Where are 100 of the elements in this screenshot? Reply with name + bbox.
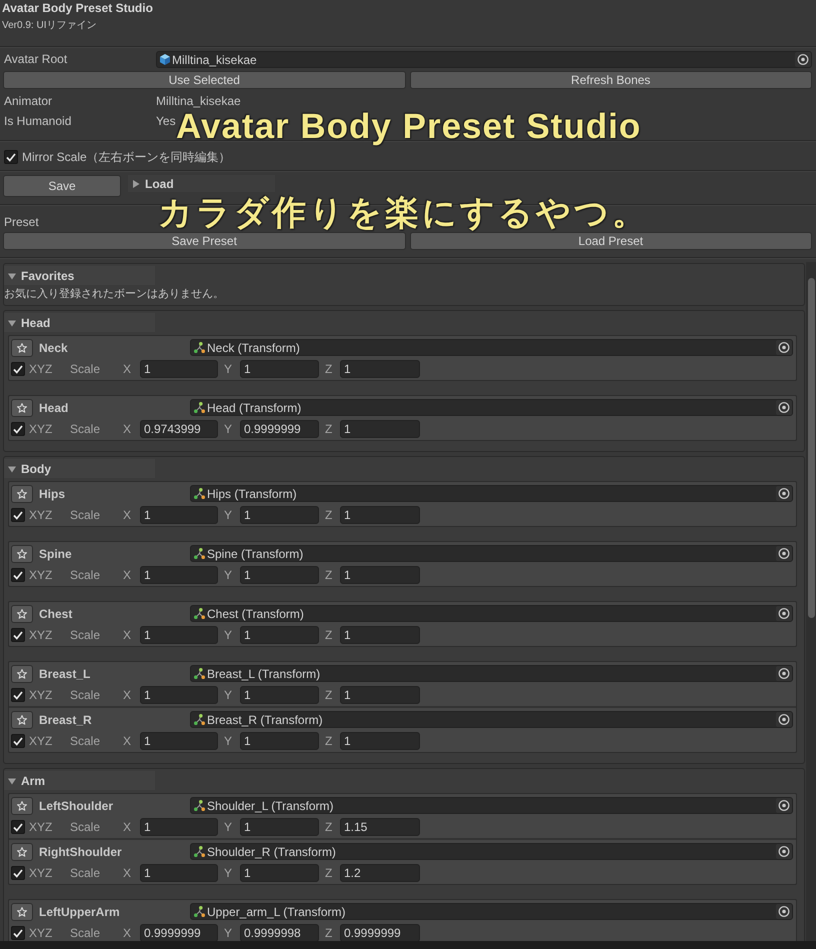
save-button[interactable]: Save (3, 175, 121, 197)
action-button[interactable]: Refresh Bones (410, 71, 812, 89)
checkbox[interactable] (11, 628, 25, 642)
number-field[interactable]: 0.9999999 (140, 924, 218, 941)
number-field[interactable]: 1 (140, 566, 218, 584)
target-icon[interactable] (776, 400, 792, 415)
star-button[interactable] (11, 484, 33, 502)
number-field[interactable]: 1 (140, 506, 218, 524)
axis-label: Y (224, 820, 232, 834)
target-icon[interactable] (776, 606, 792, 621)
action-button[interactable]: Save Preset (3, 232, 406, 250)
number-field[interactable]: 1 (240, 360, 319, 378)
number-field[interactable]: 1 (240, 864, 319, 882)
number-field[interactable]: 1 (340, 686, 420, 704)
number-field[interactable]: 1 (240, 818, 319, 836)
version-label: Ver0.9: UIリファイン (2, 20, 96, 32)
scale-label: Scale (70, 362, 100, 376)
object-field[interactable]: Chest (Transform) (190, 605, 793, 622)
number-field[interactable]: 1 (240, 506, 319, 524)
check-icon (13, 736, 23, 746)
action-button[interactable]: Use Selected (3, 71, 406, 89)
number-field[interactable]: 1 (340, 360, 420, 378)
field-value: Milltina_kisekae (156, 94, 241, 108)
number-field[interactable]: 1 (140, 686, 218, 704)
number-field[interactable]: 1 (340, 566, 420, 584)
checkbox[interactable] (11, 422, 25, 436)
number-field[interactable]: 1 (140, 732, 218, 750)
star-button[interactable] (11, 398, 33, 416)
object-field[interactable]: Head (Transform) (190, 399, 793, 416)
number-field[interactable]: 1 (240, 686, 319, 704)
number-field[interactable]: 0.9999999 (340, 924, 420, 941)
checkbox[interactable] (11, 688, 25, 702)
target-icon[interactable] (776, 666, 792, 681)
object-field[interactable]: Spine (Transform) (190, 545, 793, 562)
number-field[interactable]: 0.9743999 (140, 420, 218, 438)
number-field[interactable]: 1 (140, 360, 218, 378)
number-field[interactable]: 1 (240, 732, 319, 750)
number-field[interactable]: 1 (340, 420, 420, 438)
object-field[interactable]: Hips (Transform) (190, 485, 793, 502)
axis-label: Z (325, 628, 332, 642)
number-field[interactable]: 1.2 (340, 864, 420, 882)
foldout-header[interactable]: Favorites (4, 266, 155, 285)
action-button[interactable]: Load Preset (410, 232, 812, 250)
number-field[interactable]: 1 (340, 732, 420, 750)
target-icon[interactable] (795, 52, 811, 67)
checkbox[interactable] (11, 866, 25, 880)
foldout-header[interactable]: Arm (4, 771, 155, 790)
checkbox[interactable] (11, 820, 25, 834)
star-button[interactable] (11, 796, 33, 814)
check-icon (13, 868, 23, 878)
object-field[interactable]: Shoulder_L (Transform) (190, 797, 793, 814)
number-field[interactable]: 1 (140, 626, 218, 644)
star-button[interactable] (11, 902, 33, 920)
number-field[interactable]: 1 (140, 818, 218, 836)
number-field[interactable]: 1.15 (340, 818, 420, 836)
star-button[interactable] (11, 664, 33, 682)
scrollbar-thumb[interactable] (808, 278, 815, 618)
checkbox-label: XYZ (29, 926, 52, 940)
axis-label: X (123, 734, 132, 748)
foldout-header[interactable]: Body (4, 459, 155, 478)
checkbox[interactable] (11, 568, 25, 582)
star-button[interactable] (11, 842, 33, 860)
object-field[interactable]: Shoulder_R (Transform) (190, 843, 793, 860)
number-field[interactable]: 1 (340, 626, 420, 644)
checkbox[interactable] (11, 734, 25, 748)
foldout-header[interactable]: Head (4, 313, 155, 332)
target-icon[interactable] (776, 904, 792, 919)
checkbox[interactable] (11, 508, 25, 522)
target-icon[interactable] (776, 844, 792, 859)
checkbox[interactable] (11, 926, 25, 940)
object-field[interactable]: Upper_arm_L (Transform) (190, 903, 793, 920)
check-icon (13, 364, 23, 374)
number-field[interactable]: 1 (340, 506, 420, 524)
checkbox-label: XYZ (29, 688, 52, 702)
target-icon[interactable] (776, 712, 792, 727)
check-icon (13, 630, 23, 640)
axis-label: Y (224, 568, 232, 582)
checkbox[interactable] (11, 362, 25, 376)
star-button[interactable] (11, 544, 33, 562)
checkbox[interactable] (4, 150, 18, 164)
target-icon[interactable] (776, 546, 792, 561)
number-field[interactable]: 1 (240, 566, 319, 584)
star-button[interactable] (11, 604, 33, 622)
axis-label: Z (325, 926, 332, 940)
target-icon[interactable] (776, 486, 792, 501)
number-field[interactable]: 1 (240, 626, 319, 644)
object-field[interactable]: Neck (Transform) (190, 339, 793, 356)
star-button[interactable] (11, 338, 33, 356)
star-button[interactable] (11, 710, 33, 728)
target-icon[interactable] (776, 340, 792, 355)
node-graph-icon (194, 342, 205, 353)
target-icon[interactable] (776, 798, 792, 813)
number-field[interactable]: 1 (140, 864, 218, 882)
object-field[interactable]: Breast_R (Transform) (190, 711, 793, 728)
object-field[interactable]: Breast_L (Transform) (190, 665, 793, 682)
object-field[interactable]: Milltina_kisekae (156, 51, 812, 68)
foldout-header[interactable]: Load (128, 175, 275, 192)
number-field[interactable]: 0.9999999 (240, 420, 319, 438)
star-icon (17, 608, 27, 618)
number-field[interactable]: 0.9999998 (240, 924, 319, 941)
